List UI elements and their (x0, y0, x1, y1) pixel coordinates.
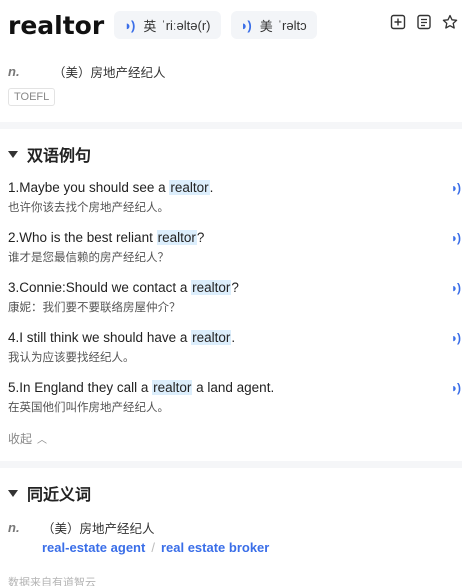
example-en: 2.Who is the best reliant realtor? (8, 230, 205, 245)
data-source: 数据来自有道智云 (8, 577, 96, 586)
example-en: 4.I still think we should have a realtor… (8, 330, 236, 345)
pronunciation-lang: 英 (143, 18, 157, 34)
section-title: 双语例句 (27, 148, 92, 165)
pronunciation-uk-button[interactable]: ◗) 英 ˈriːəltə(r) (114, 11, 221, 39)
speaker-icon[interactable]: ◗) (451, 331, 461, 345)
caret-down-icon (8, 150, 18, 158)
synonym-link[interactable]: real-estate agent (42, 540, 145, 555)
keyword-highlight: realtor (191, 330, 232, 345)
definition-text: （美）房地产经纪人 (53, 66, 166, 80)
star-icon[interactable] (438, 10, 462, 34)
speaker-icon[interactable]: ◗) (451, 231, 461, 245)
example-item: 3.Connie:Should we contact a realtor? 康妮… (8, 279, 462, 319)
exam-tag: TOEFL (8, 88, 56, 106)
speaker-icon[interactable]: ◗) (451, 181, 461, 195)
example-zh: 也许你该去找个房地产经纪人。 (8, 202, 169, 214)
example-zh: 我认为应该要找经纪人。 (8, 352, 135, 364)
section-toggle-bilingual[interactable]: 双语例句 (8, 142, 91, 166)
keyword-highlight: realtor (156, 230, 197, 245)
part-of-speech: n. (8, 520, 20, 535)
section-title: 同近义词 (27, 487, 92, 504)
caret-down-icon (8, 489, 18, 497)
synonym-links: real-estate agent / real estate broker (42, 540, 270, 555)
word-header: realtor ◗) 英 ˈriːəltə(r) ◗) 美 ˈrəltɔ (8, 8, 462, 42)
divider (0, 122, 462, 129)
chevron-up-icon: ︿ (37, 435, 48, 446)
example-item: 1.Maybe you should see a realtor. 也许你该去找… (8, 179, 462, 219)
keyword-highlight: realtor (191, 280, 232, 295)
example-item: 2.Who is the best reliant realtor? 谁才是您最… (8, 229, 462, 269)
speaker-icon[interactable]: ◗) (451, 381, 461, 395)
synonym-meaning: （美）房地产经纪人 (42, 522, 155, 536)
example-zh: 谁才是您最信赖的房产经纪人？ (8, 252, 169, 264)
speaker-icon: ◗) (240, 17, 252, 33)
example-zh: 在英国他们叫作房地产经纪人。 (8, 402, 169, 414)
keyword-highlight: realtor (169, 180, 210, 195)
part-of-speech: n. (8, 64, 20, 79)
example-en: 3.Connie:Should we contact a realtor? (8, 280, 239, 295)
example-en: 1.Maybe you should see a realtor. (8, 180, 214, 195)
section-toggle-synonyms[interactable]: 同近义词 (8, 481, 91, 505)
divider (0, 461, 462, 468)
speaker-icon[interactable]: ◗) (451, 281, 461, 295)
speaker-icon: ◗) (124, 17, 135, 33)
example-item: 5.In England they call a realtor a land … (8, 379, 462, 419)
example-item: 4.I still think we should have a realtor… (8, 329, 462, 369)
pronunciation-ipa: ˈriːəltə(r) (161, 17, 211, 33)
example-zh: 康妮：我们要不要联络房屋仲介？ (8, 302, 181, 314)
note-icon[interactable] (412, 10, 436, 34)
synonym-group: n. （美）房地产经纪人 real-estate agent / real esta… (8, 518, 269, 555)
pronunciation-ipa: ˈrəltɔ (277, 17, 307, 33)
collapse-label: 收起 (8, 432, 33, 446)
definition-row: n. （美）房地产经纪人 (8, 62, 166, 81)
toolbar (384, 10, 462, 34)
keyword-highlight: realtor (152, 380, 193, 395)
headword: realtor (8, 10, 105, 40)
pronunciation-us-button[interactable]: ◗) 美 ˈrəltɔ (230, 11, 317, 39)
collapse-button[interactable]: 收起 ︿ (8, 430, 47, 447)
add-to-wordbook-icon[interactable] (386, 10, 410, 34)
example-en: 5.In England they call a realtor a land … (8, 380, 275, 395)
pronunciation-lang: 美 (259, 18, 273, 34)
synonym-link[interactable]: real estate broker (161, 540, 269, 555)
